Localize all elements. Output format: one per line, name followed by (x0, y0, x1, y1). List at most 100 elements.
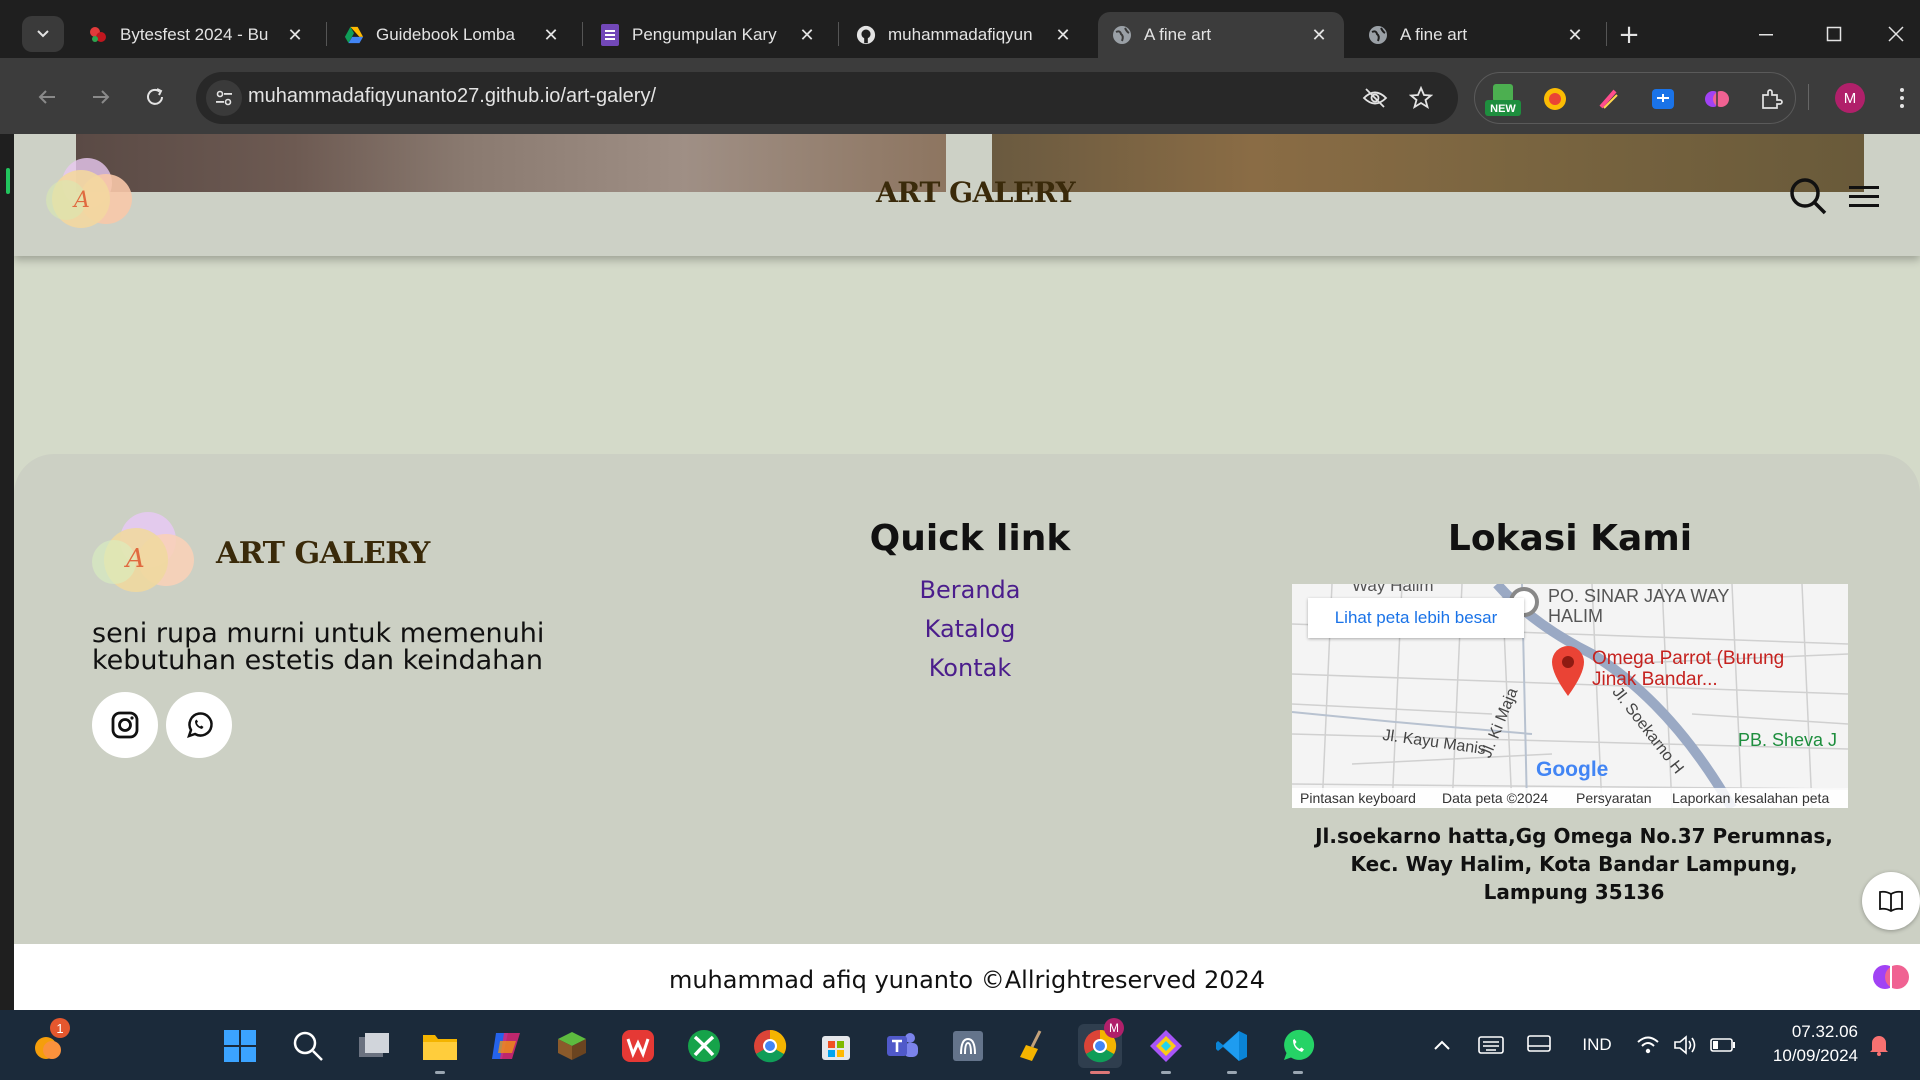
keyboard-tray-button[interactable] (1476, 1034, 1506, 1056)
google-map-embed[interactable]: Way Halim Lihat peta lebih besar PO. SIN… (1292, 584, 1848, 808)
extensions-menu-button[interactable] (1757, 85, 1785, 113)
tab-title: Bytesfest 2024 - Bu (120, 25, 269, 44)
forward-button[interactable] (82, 78, 120, 116)
system-clock[interactable]: 07.32.06 10/09/2024 (1740, 1020, 1858, 1068)
map-terms[interactable]: Persyaratan (1576, 790, 1651, 806)
whatsapp-icon (1284, 1029, 1315, 1060)
address-bar[interactable]: muhammadafiqyunanto27.github.io/art-gale… (196, 72, 1458, 124)
close-window-button[interactable] (1872, 12, 1920, 56)
reload-button[interactable] (136, 78, 174, 116)
whatsapp-icon (187, 712, 213, 738)
browser-menu-button[interactable] (1892, 84, 1912, 112)
close-icon[interactable]: ✕ (1052, 24, 1074, 46)
map-keyboard-shortcuts[interactable]: Pintasan keyboard (1300, 790, 1416, 806)
tab-title: A fine art (1144, 25, 1212, 44)
task-view-button[interactable] (352, 1024, 396, 1068)
footer-logo: A (92, 512, 212, 612)
eye-off-button[interactable] (1362, 85, 1388, 111)
extension-new-button[interactable]: NEW (1485, 84, 1521, 116)
site-settings-button[interactable] (206, 80, 242, 116)
display-tray-button[interactable] (1524, 1034, 1554, 1056)
tab-search-button[interactable] (22, 16, 64, 52)
minecraft-button[interactable] (550, 1024, 594, 1068)
reading-mode-button[interactable] (1862, 872, 1920, 930)
tab-title: Pengumpulan Kary (632, 25, 777, 44)
bookmark-star-button[interactable] (1408, 85, 1434, 111)
chrome-active-button[interactable]: M (1078, 1018, 1124, 1074)
wps-office-button[interactable] (616, 1024, 660, 1068)
tab-title: A fine art (1400, 25, 1468, 44)
arrow-left-icon (38, 90, 55, 104)
tab-fine-art-active[interactable]: A fine art ✕ (1098, 12, 1344, 58)
new-tab-button[interactable]: + (1612, 18, 1646, 52)
assistant-button[interactable] (1862, 948, 1920, 1006)
map-report-error[interactable]: Laporkan kesalahan peta (1672, 790, 1829, 806)
header-logo[interactable]: A (44, 158, 144, 238)
globe-icon (1368, 25, 1388, 45)
close-icon[interactable]: ✕ (1564, 24, 1586, 46)
search-icon (1790, 178, 1827, 215)
search-button[interactable] (1786, 174, 1830, 218)
vscode-button[interactable] (1210, 1024, 1254, 1074)
footer-link-katalog[interactable]: Katalog (820, 615, 1120, 643)
translate-icon (1652, 89, 1674, 109)
tab-separator (326, 22, 327, 46)
whatsapp-app-button[interactable] (1276, 1024, 1320, 1074)
show-hidden-icons-button[interactable] (1428, 1034, 1456, 1056)
xbox-button[interactable] (682, 1024, 726, 1068)
copilot-button[interactable] (484, 1024, 528, 1068)
url-text[interactable]: muhammadafiqyunanto27.github.io/art-gale… (248, 85, 656, 108)
footer-link-kontak[interactable]: Kontak (820, 654, 1120, 682)
close-icon[interactable]: ✕ (1308, 24, 1330, 46)
quick-settings-button[interactable] (1636, 1034, 1736, 1056)
site-title[interactable]: ART GALERY (876, 176, 1076, 209)
reload-icon (147, 88, 163, 105)
close-icon[interactable]: ✕ (540, 24, 562, 46)
profile-avatar[interactable]: M (1835, 83, 1865, 113)
cleaner-app-button[interactable] (1012, 1024, 1056, 1068)
google-forms-icon (600, 24, 620, 46)
tab-guidebook[interactable]: Guidebook Lomba ✕ (330, 12, 576, 58)
microsoft-store-button[interactable] (814, 1024, 858, 1068)
close-icon[interactable]: ✕ (796, 24, 818, 46)
file-explorer-button[interactable] (418, 1024, 462, 1074)
map-label: Way Halim (1352, 584, 1434, 595)
extension-button[interactable] (1541, 85, 1569, 113)
wps-icon (622, 1030, 654, 1062)
wifi-icon (1637, 1036, 1659, 1054)
notifications-button[interactable] (1864, 1034, 1894, 1056)
instagram-button[interactable] (92, 692, 158, 758)
extension-button[interactable] (1595, 85, 1623, 113)
volume-icon (1674, 1035, 1696, 1055)
start-button[interactable] (218, 1024, 262, 1068)
remote-app-button[interactable] (946, 1024, 990, 1068)
minimize-button[interactable] (1736, 12, 1796, 56)
teams-button[interactable] (880, 1024, 924, 1068)
logo-letter: A (126, 544, 145, 574)
extension-button[interactable] (1649, 85, 1677, 113)
menu-button[interactable] (1842, 174, 1886, 218)
footer-link-beranda[interactable]: Beranda (820, 576, 1120, 604)
whatsapp-button[interactable] (166, 692, 232, 758)
tab-pengumpulan[interactable]: Pengumpulan Kary ✕ (586, 12, 832, 58)
tab-bytesfest[interactable]: Bytesfest 2024 - Bu ✕ (74, 12, 320, 58)
maximize-icon (1826, 26, 1842, 42)
back-button[interactable] (28, 78, 66, 116)
git-app-button[interactable] (1144, 1024, 1188, 1074)
chevron-down-icon (37, 30, 49, 38)
chrome-button[interactable] (748, 1024, 792, 1068)
tab-fine-art[interactable]: A fine art ✕ (1354, 12, 1600, 58)
minecraft-block-icon (558, 1032, 586, 1060)
tab-github[interactable]: muhammadafiqyun ✕ (842, 12, 1088, 58)
arrow-right-icon (93, 90, 110, 104)
taskbar-search-button[interactable] (286, 1024, 330, 1068)
extensions-area: NEW (1474, 72, 1796, 124)
extension-button[interactable] (1703, 85, 1731, 113)
input-language-button[interactable]: IND (1576, 1034, 1618, 1056)
footer-brand: ART GALERY (216, 536, 430, 571)
maximize-button[interactable] (1804, 12, 1864, 56)
google-logo: Google (1536, 758, 1609, 781)
close-icon[interactable]: ✕ (284, 24, 306, 46)
weather-widget[interactable]: 1 (26, 1018, 70, 1068)
view-larger-map-button[interactable]: Lihat peta lebih besar (1308, 598, 1524, 638)
